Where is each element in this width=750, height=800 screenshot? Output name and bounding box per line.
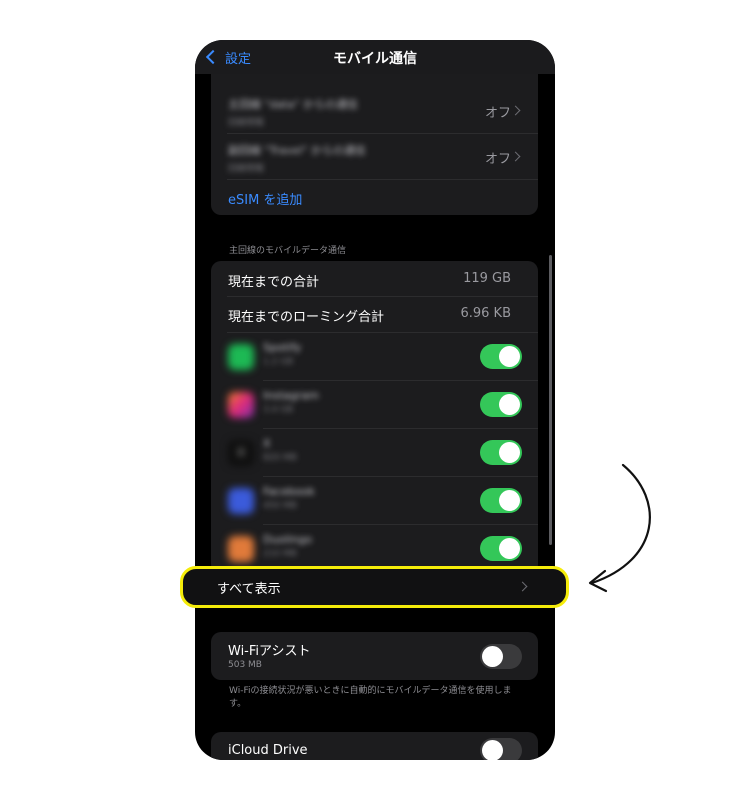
app-row: X X 820 MB <box>211 429 538 476</box>
app-usage: 3.4 GB <box>263 405 294 415</box>
app-name: Duolingo <box>263 533 312 546</box>
wifi-assist-card: Wi-Fiアシスト 503 MB <box>211 632 538 680</box>
data-usage-card: 現在までの合計 119 GB 現在までのローミング合計 6.96 KB Spot… <box>211 261 538 574</box>
app-row: Facebook 450 MB <box>211 477 538 524</box>
sim-line-sub: 回線情報 <box>228 164 265 174</box>
sim-line-sub: 回線情報 <box>228 118 265 128</box>
roaming-total-value: 6.96 KB <box>460 306 511 321</box>
current-total-value: 119 GB <box>463 271 511 286</box>
wifi-assist-toggle[interactable] <box>480 644 522 669</box>
sim-line-value: オフ <box>484 152 511 167</box>
wifi-assist-label: Wi-Fiアシスト <box>228 644 311 659</box>
app-row: Duolingo 210 MB <box>211 525 538 572</box>
roaming-total-label: 現在までのローミング合計 <box>228 310 385 325</box>
icloud-drive-label: iCloud Drive <box>228 743 308 758</box>
wifi-assist-footnote: Wi-Fiの接続状況が悪いときに自動的にモバイルデータ通信を使用します。 <box>229 686 512 709</box>
icloud-drive-toggle[interactable] <box>480 738 522 760</box>
section-header: 主回線のモバイルデータ通信 <box>229 246 347 256</box>
sim-line-row[interactable]: 主回線 "data" からの通信 回線情報 オフ <box>211 88 538 133</box>
spotify-icon <box>228 344 254 370</box>
current-total-row: 現在までの合計 119 GB <box>211 261 538 296</box>
sim-line-value: オフ <box>484 106 511 121</box>
x-app-icon: X <box>228 440 254 466</box>
duolingo-icon <box>228 536 254 562</box>
app-row: Spotify 1.2 GB <box>211 333 538 380</box>
app-data-toggle[interactable] <box>480 344 522 369</box>
sim-line-row[interactable]: 副回線 "Travel" からの通信 回線情報 オフ <box>211 134 538 179</box>
icloud-drive-card: iCloud Drive <box>211 732 538 760</box>
show-all-label: すべて表示 <box>217 582 281 597</box>
app-name: Spotify <box>263 341 302 354</box>
app-data-toggle[interactable] <box>480 440 522 465</box>
app-data-toggle[interactable] <box>480 536 522 561</box>
app-name: Instagram <box>263 389 319 402</box>
current-total-label: 現在までの合計 <box>228 275 320 290</box>
annotation-arrow-icon <box>588 463 651 593</box>
roaming-total-row: 現在までのローミング合計 6.96 KB <box>211 297 538 332</box>
show-all-button[interactable]: すべて表示 <box>180 566 569 608</box>
chevron-right-icon <box>510 151 521 162</box>
scrollbar[interactable] <box>549 255 552 545</box>
app-row: Instagram 3.4 GB <box>211 381 538 428</box>
app-usage: 450 MB <box>263 501 297 511</box>
navigation-bar: 設定 モバイル通信 <box>195 40 555 74</box>
app-name: Facebook <box>263 485 315 498</box>
facebook-icon <box>228 488 254 514</box>
sim-lines-card: 主回線 "data" からの通信 回線情報 オフ 副回線 "Travel" から… <box>211 58 538 215</box>
page-title: モバイル通信 <box>333 51 417 67</box>
app-data-toggle[interactable] <box>480 392 522 417</box>
add-esim-link[interactable]: eSIM を追加 <box>211 180 538 215</box>
app-usage: 820 MB <box>263 453 297 463</box>
chevron-right-icon <box>510 105 521 116</box>
instagram-icon <box>228 392 254 418</box>
app-usage: 210 MB <box>263 549 297 559</box>
chevron-right-icon <box>517 581 528 592</box>
phone-screen: 設定 モバイル通信 主回線 "data" からの通信 回線情報 オフ 副回線 "… <box>195 40 555 760</box>
app-usage: 1.2 GB <box>263 357 294 367</box>
add-esim-label: eSIM を追加 <box>228 193 303 208</box>
sim-line-label: 主回線 "data" からの通信 <box>228 98 358 111</box>
app-name: X <box>263 437 271 450</box>
wifi-assist-usage: 503 MB <box>228 660 262 670</box>
sim-line-label: 副回線 "Travel" からの通信 <box>228 144 366 157</box>
app-data-toggle[interactable] <box>480 488 522 513</box>
